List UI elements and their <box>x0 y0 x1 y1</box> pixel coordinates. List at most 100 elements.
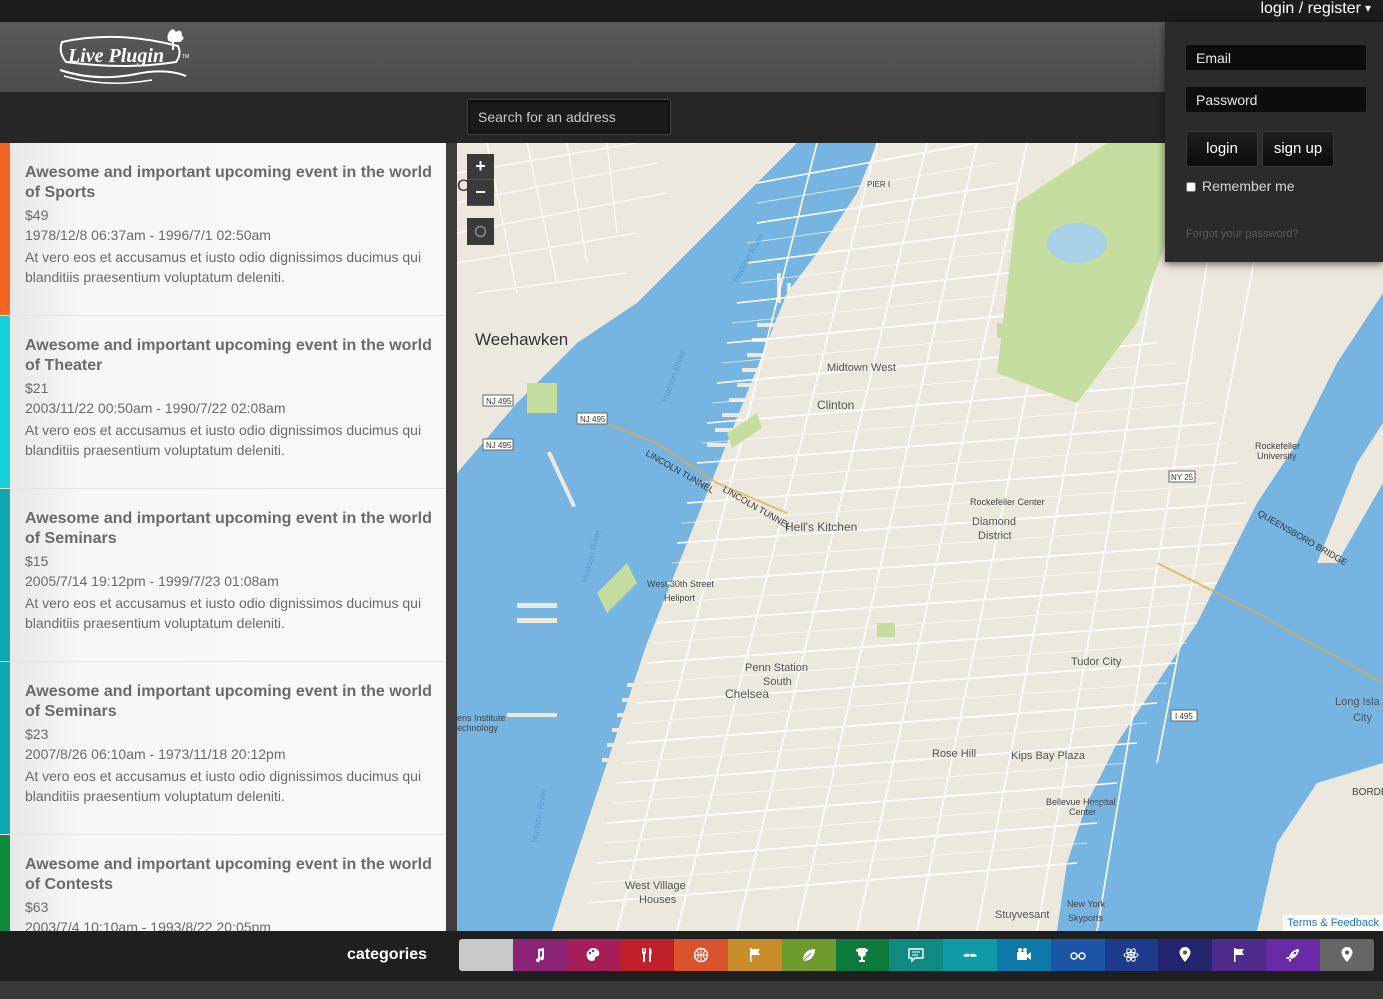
address-search-input[interactable] <box>467 99 671 135</box>
event-body: Awesome and important upcoming event in … <box>25 163 435 287</box>
fork-knife-icon <box>642 948 652 962</box>
forgot-password-link[interactable]: Forgot your password? <box>1186 228 1299 240</box>
event-list-item[interactable]: Awesome and important upcoming event in … <box>0 143 446 316</box>
event-price: $63 <box>25 899 49 915</box>
chevron-down-icon: ▾ <box>1364 1 1371 15</box>
svg-text:Long Isla: Long Isla <box>1335 696 1381 708</box>
map-pin-icon <box>1179 947 1191 962</box>
zoom-in-button[interactable]: + <box>467 154 494 180</box>
footer-strip <box>0 981 1383 999</box>
event-title: Awesome and important upcoming event in … <box>25 683 432 720</box>
event-dates: 2003/7/4 10:10am - 1993/8/22 20:05pm <box>25 919 271 931</box>
remember-me-checkbox[interactable] <box>1186 182 1196 193</box>
svg-text:PIER I: PIER I <box>867 180 890 189</box>
category-button[interactable] <box>1212 939 1266 971</box>
svg-text:Penn Station: Penn Station <box>745 662 808 674</box>
svg-text:Kips Bay Plaza: Kips Bay Plaza <box>1011 750 1086 762</box>
login-button[interactable]: login <box>1186 131 1258 167</box>
svg-text:City: City <box>1353 712 1372 724</box>
email-field[interactable] <box>1186 45 1366 70</box>
svg-text:Bellevue Hospital: Bellevue Hospital <box>1046 797 1116 807</box>
svg-text:University: University <box>1257 451 1297 461</box>
password-field[interactable] <box>1186 87 1366 112</box>
category-button[interactable] <box>620 939 675 971</box>
event-body: Awesome and important upcoming event in … <box>25 682 435 806</box>
event-title: Awesome and important upcoming event in … <box>25 510 432 547</box>
category-button[interactable] <box>781 939 836 971</box>
atom-icon <box>1123 948 1139 962</box>
zoom-control: + − <box>467 154 494 206</box>
locate-button[interactable] <box>467 218 494 245</box>
svg-text:echnology: echnology <box>457 723 499 733</box>
event-list-item[interactable]: Awesome and important upcoming event in … <box>0 835 446 931</box>
login-register-toggle[interactable]: login / register ▾ <box>1260 0 1371 22</box>
category-button[interactable] <box>889 939 944 971</box>
event-list-item[interactable]: Awesome and important upcoming event in … <box>0 662 446 835</box>
event-description: At vero eos et accusamus et iusto odio d… <box>25 422 422 458</box>
svg-text:Chelsea: Chelsea <box>725 687 769 701</box>
event-category-color-bar <box>0 143 10 315</box>
svg-text:Houses: Houses <box>639 894 677 906</box>
leaf-icon <box>802 949 815 962</box>
category-button[interactable] <box>1319 939 1374 971</box>
palette-icon <box>587 948 600 962</box>
svg-text:NJ 495: NJ 495 <box>486 441 512 450</box>
category-button[interactable] <box>1050 939 1105 971</box>
svg-text:Rockefeller: Rockefeller <box>1255 441 1300 451</box>
category-button[interactable] <box>1104 939 1159 971</box>
event-list-item[interactable]: Awesome and important upcoming event in … <box>0 316 446 489</box>
category-button[interactable] <box>996 939 1051 971</box>
category-button[interactable] <box>1265 939 1320 971</box>
app-root: login / register▾ Live Plugin TM Awesome… <box>0 0 1383 999</box>
event-category-color-bar <box>0 316 10 488</box>
map-label-weehawken: Weehawken <box>475 330 568 349</box>
flag-icon <box>1234 948 1245 962</box>
svg-text:Midtown West: Midtown West <box>827 362 896 374</box>
map-attribution-link[interactable]: Terms & Feedback <box>1283 915 1383 931</box>
event-body: Awesome and important upcoming event in … <box>25 336 435 460</box>
event-price: $23 <box>25 726 49 742</box>
svg-text:West Village: West Village <box>625 880 686 892</box>
remember-me-label: Remember me <box>1202 178 1295 194</box>
event-list-item[interactable]: Awesome and important upcoming event in … <box>0 489 446 662</box>
list-divider <box>446 143 457 931</box>
svg-text:NY 25: NY 25 <box>1171 473 1194 482</box>
event-body: Awesome and important upcoming event in … <box>25 855 435 931</box>
svg-text:Heliport: Heliport <box>664 593 696 603</box>
category-button[interactable] <box>835 939 890 971</box>
category-button[interactable] <box>459 939 513 971</box>
basketball-icon <box>693 947 709 963</box>
category-button[interactable] <box>727 939 782 971</box>
event-category-color-bar <box>0 489 10 661</box>
category-button[interactable] <box>512 939 567 971</box>
event-description: At vero eos et accusamus et iusto odio d… <box>25 768 422 804</box>
login-panel: login sign up Remember me Forgot your pa… <box>1165 22 1383 262</box>
remember-me[interactable]: Remember me <box>1186 178 1295 194</box>
svg-text:Center: Center <box>1069 807 1096 817</box>
flag-icon <box>749 948 760 962</box>
music-note-icon <box>535 948 544 963</box>
svg-text:BORDE: BORDE <box>1352 787 1383 798</box>
event-dates: 2005/7/14 19:12pm - 1999/7/23 01:08am <box>25 573 279 589</box>
svg-text:I 495: I 495 <box>1175 712 1193 721</box>
signup-button[interactable]: sign up <box>1262 131 1334 167</box>
category-button[interactable] <box>1158 939 1213 971</box>
category-strip <box>459 939 1374 971</box>
svg-text:Clinton: Clinton <box>817 398 854 412</box>
category-button[interactable] <box>566 939 621 971</box>
svg-text:Rose Hill: Rose Hill <box>932 748 976 760</box>
category-button[interactable] <box>674 939 728 971</box>
event-dates: 1978/12/8 06:37am - 1996/7/1 02:50am <box>25 227 271 243</box>
rocket-icon <box>1285 949 1299 962</box>
zoom-out-button[interactable]: − <box>467 180 494 206</box>
mustache-icon <box>963 953 978 957</box>
event-category-color-bar <box>0 835 10 931</box>
categories-label: categories <box>347 946 428 963</box>
svg-text:Rockefeller Center: Rockefeller Center <box>970 497 1045 507</box>
event-title: Awesome and important upcoming event in … <box>25 164 432 201</box>
svg-text:Hell's Kitchen: Hell's Kitchen <box>785 520 857 534</box>
logo[interactable]: Live Plugin TM <box>56 24 190 88</box>
svg-text:West 30th Street: West 30th Street <box>647 579 714 589</box>
category-button[interactable] <box>943 939 997 971</box>
video-camera-icon <box>1016 948 1031 960</box>
